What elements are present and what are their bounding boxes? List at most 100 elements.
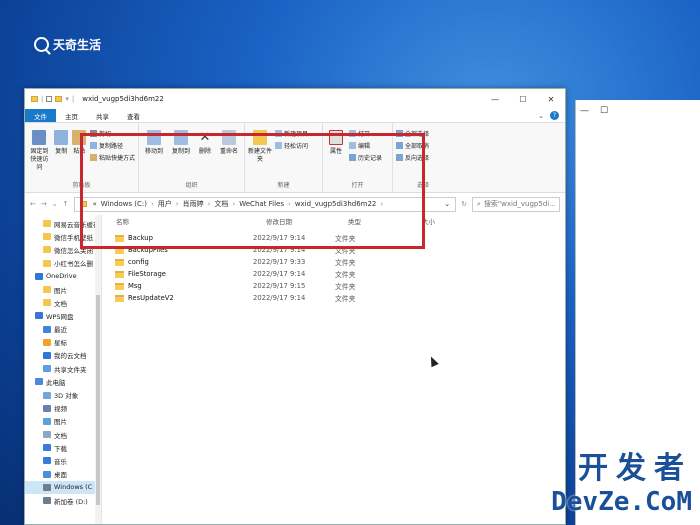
column-name[interactable]: 名称 (116, 216, 266, 226)
sidebar-item[interactable]: 文档 (25, 296, 101, 309)
sidebar-item[interactable]: 下载 (25, 441, 101, 454)
file-name: ResUpdateV2 (128, 294, 174, 302)
file-name-cell: config (115, 258, 253, 266)
table-row[interactable]: FileStorage 2022/9/17 9:14 文件夹 (102, 268, 565, 280)
tab-view[interactable]: 查看 (118, 109, 149, 122)
sidebar-item[interactable]: Windows (C (25, 480, 101, 494)
chevron-down-icon[interactable]: ▾ (65, 95, 69, 103)
address-bar[interactable]: « Windows (C:) › 用户 › 肖雨婷 › 文档 › WeChat File… (73, 196, 457, 212)
table-row[interactable]: ResUpdateV2 2022/9/17 9:14 文件夹 (102, 292, 565, 304)
help-icon[interactable]: ? (550, 111, 559, 120)
breadcrumb-wechat-files[interactable]: WeChat Files (239, 200, 284, 208)
breadcrumb-windows-c[interactable]: Windows (C:) (101, 200, 147, 208)
open-button[interactable]: 打开 (349, 129, 382, 138)
breadcrumb-user[interactable]: 肖雨婷 (183, 199, 204, 209)
back-icon[interactable]: ← (30, 200, 36, 208)
sidebar-item[interactable]: 文档 (25, 428, 101, 441)
easy-access-button[interactable]: 轻松访问 (275, 141, 308, 150)
sidebar-item[interactable]: 网易云音乐缓存 (25, 217, 101, 230)
breadcrumb-wxid[interactable]: wxid_vugp5di3hd6m22 (295, 200, 377, 208)
file-name: FileStorage (128, 270, 166, 278)
folder-icon (79, 201, 87, 207)
table-row[interactable]: config 2022/9/17 9:33 文件夹 (102, 256, 565, 268)
organize-group-label: 组织 (185, 182, 198, 189)
recent-chevron-icon[interactable]: ⌄ (52, 200, 58, 208)
refresh-icon[interactable]: ↻ (461, 200, 467, 208)
maximize-icon[interactable]: ☐ (600, 106, 608, 116)
sidebar-item[interactable]: 我的云文档 (25, 349, 101, 362)
title-bar[interactable]: | ▾ | wxid_vugp5di3hd6m22 — ☐ ✕ (25, 89, 565, 109)
nav-scrollbar[interactable] (95, 215, 101, 524)
sidebar-item[interactable]: 桌面 (25, 468, 101, 481)
sidebar-item[interactable]: 最近 (25, 323, 101, 336)
copy-path-button[interactable]: 复制路径 (89, 141, 135, 150)
share-icon (43, 365, 51, 373)
sidebar-item[interactable]: WPS网盘 (25, 309, 101, 322)
invert-selection-button[interactable]: 反向选择 (396, 153, 429, 162)
paste-shortcut-icon (89, 154, 97, 161)
tab-share[interactable]: 共享 (87, 109, 118, 122)
sidebar-item[interactable]: 星标 (25, 336, 101, 349)
column-size[interactable]: 大小 (422, 216, 435, 226)
folder-icon (115, 246, 124, 254)
chevron-down-icon[interactable]: ⌄ (538, 112, 544, 120)
breadcrumb-documents[interactable]: 文档 (214, 199, 228, 209)
sidebar-item-label: 图片 (54, 418, 67, 427)
history-button[interactable]: 历史记录 (349, 153, 382, 162)
select-none-button[interactable]: 全部取消 (396, 141, 429, 150)
sidebar-item[interactable]: 此电脑 (25, 375, 101, 388)
properties-icon[interactable] (46, 96, 53, 102)
clock-icon (43, 325, 51, 333)
minimize-button[interactable]: — (481, 95, 509, 104)
tab-home[interactable]: 主页 (56, 109, 87, 122)
table-row[interactable]: Msg 2022/9/17 9:15 文件夹 (102, 280, 565, 292)
new-item-icon (275, 130, 282, 137)
sidebar-item[interactable]: 图片 (25, 283, 101, 296)
forward-icon[interactable]: → (41, 200, 47, 208)
sidebar-item[interactable]: 小红书怎么删 (25, 257, 101, 270)
table-row[interactable]: Backup 2022/9/17 9:14 文件夹 (102, 232, 565, 244)
sidebar-item[interactable]: OneDrive (25, 270, 101, 283)
table-row[interactable]: BackupFiles 2022/9/17 9:14 文件夹 (102, 244, 565, 256)
new-item-button[interactable]: 新建项目 (275, 129, 308, 138)
file-date: 2022/9/17 9:14 (253, 294, 306, 302)
sidebar-item[interactable]: 3D 对象 (25, 388, 101, 401)
column-type[interactable]: 类型 (348, 216, 422, 226)
minimize-icon[interactable]: — (580, 106, 589, 116)
select-all-button[interactable]: 全部选择 (396, 129, 429, 138)
edit-button[interactable]: 编辑 (349, 141, 382, 150)
sidebar-item-label: 下载 (54, 444, 67, 453)
maximize-button[interactable]: ☐ (509, 95, 537, 104)
close-button[interactable]: ✕ (537, 95, 565, 104)
sidebar-item[interactable]: 视频 (25, 402, 101, 415)
sidebar-item-label: 共享文件夹 (54, 365, 87, 374)
open-group: 属性 打开 编辑 历史记录 打开 (323, 123, 393, 192)
new-folder-icon[interactable] (55, 96, 63, 102)
search-input[interactable]: ⌕ 搜索"wxid_vugp5di... (472, 196, 560, 212)
file-date: 2022/9/17 9:33 (253, 258, 306, 266)
sidebar-item[interactable]: 共享文件夹 (25, 362, 101, 375)
picture-icon (43, 417, 51, 425)
search-icon: ⌕ (477, 199, 481, 208)
drive-icon (43, 497, 51, 505)
breadcrumb-users[interactable]: 用户 (158, 199, 172, 209)
sidebar-item-label: 最近 (54, 326, 67, 335)
tab-file[interactable]: 文件 (25, 109, 56, 122)
folder-icon (43, 286, 51, 294)
sidebar-item[interactable]: 音乐 (25, 454, 101, 467)
sidebar-item[interactable]: 新加卷 (D:) (25, 494, 101, 507)
sidebar-item[interactable]: 微信手机壁纸 (25, 230, 101, 243)
sidebar-item[interactable]: 图片 (25, 415, 101, 428)
paste-shortcut-button[interactable]: 粘贴快捷方式 (89, 153, 135, 162)
sidebar-item[interactable]: 微信怎么关闭 (25, 243, 101, 256)
cut-button[interactable]: 剪切 (89, 129, 135, 138)
up-icon[interactable]: ↑ (63, 200, 69, 208)
column-date[interactable]: 修改日期 (266, 216, 348, 226)
file-type: 文件夹 (335, 259, 356, 267)
delete-icon: ✕ (199, 130, 211, 145)
nav-scrollbar-thumb[interactable] (96, 295, 100, 505)
sidebar-item-label: 小红书怎么删 (54, 260, 93, 269)
watermark-site: 开发者 DevZe.CoM (551, 443, 692, 517)
sidebar-item-label: 桌面 (54, 471, 67, 480)
address-dropdown-icon[interactable]: ⌄ (444, 200, 450, 208)
